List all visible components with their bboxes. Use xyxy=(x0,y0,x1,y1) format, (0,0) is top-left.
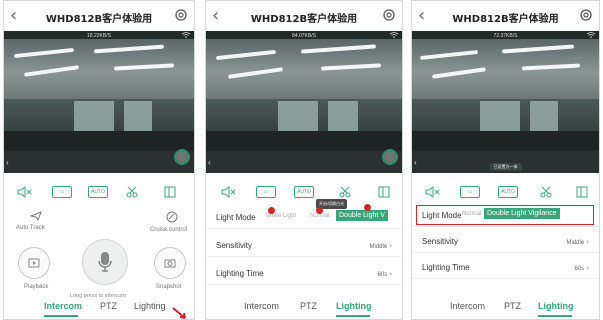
sensitivity-value: Middle › xyxy=(566,238,590,246)
page-title: WHD812B客户体验用 xyxy=(452,14,559,25)
tab-lighting[interactable]: Lighting xyxy=(538,301,574,311)
auto-quality-button[interactable]: AUTO xyxy=(498,184,518,200)
sensitivity-value: Middle › xyxy=(369,242,393,250)
light-mode-row: Light Mode White Light Normal Double Lig… xyxy=(206,204,402,229)
phone-screen-lighting-selected: ‹ WHD812B客户体验用 72.37KB/S ‹ 已设置为一体 ▭ AUTO… xyxy=(411,0,600,320)
active-tab-indicator xyxy=(538,315,572,317)
mute-icon[interactable] xyxy=(424,184,440,200)
chevron-right-icon: › xyxy=(586,238,589,246)
lighting-time-value: 60s › xyxy=(377,270,393,278)
microphone-icon xyxy=(98,252,112,272)
gear-icon[interactable] xyxy=(382,8,396,22)
snapshot-button[interactable] xyxy=(154,247,186,279)
lighting-time-label: Lighting Time xyxy=(422,263,470,272)
playback-icon xyxy=(28,258,40,268)
chevron-right-icon: › xyxy=(389,270,392,278)
control-toolbar: ▭ AUTO xyxy=(206,181,402,203)
wifi-icon xyxy=(587,32,595,38)
record-button[interactable]: ▭ xyxy=(52,184,72,200)
app-header: ‹ WHD812B客户体验用 xyxy=(412,1,599,31)
record-button[interactable]: ▭ xyxy=(256,184,276,200)
chevron-right-icon: › xyxy=(586,264,589,272)
fullscreen-button[interactable] xyxy=(382,149,398,165)
live-video[interactable]: 84.07KB/S ‹ xyxy=(206,31,402,173)
playback-label: Playback xyxy=(24,284,49,290)
cruise-icon[interactable] xyxy=(166,211,178,223)
light-mode-label: Light Mode xyxy=(216,213,256,222)
status-toast: 已设置为一体 xyxy=(489,163,522,171)
lighting-time-label: Lighting Time xyxy=(216,269,264,278)
bitrate-readout: 72.37KB/S xyxy=(493,33,518,39)
record-button[interactable]: ▭ xyxy=(460,184,480,200)
collapse-arrow-icon[interactable]: ‹ xyxy=(6,158,9,167)
bottom-tabs: Intercom PTZ Lighting xyxy=(206,297,402,319)
auto-track-label: Auto Track xyxy=(16,225,45,231)
tab-intercom[interactable]: Intercom xyxy=(44,301,82,311)
layout-icon[interactable] xyxy=(576,184,588,200)
collapse-arrow-icon[interactable]: ‹ xyxy=(414,158,417,167)
pointer-arrow-icon xyxy=(172,307,186,319)
page-title: WHD812B客户体验用 xyxy=(45,14,153,25)
active-tab-indicator xyxy=(44,315,78,317)
page-title: WHD812B客户体验用 xyxy=(250,14,358,25)
live-video[interactable]: 72.37KB/S ‹ 已设置为一体 xyxy=(412,31,599,173)
control-toolbar: ▭ AUTO xyxy=(412,181,599,203)
bitrate-readout: 84.07KB/S xyxy=(292,33,316,39)
collapse-arrow-icon[interactable]: ‹ xyxy=(208,158,211,167)
sensitivity-row[interactable]: Sensitivity Middle › xyxy=(412,231,599,253)
bottom-tabs: Intercom PTZ Lighting xyxy=(412,297,599,319)
tab-intercom[interactable]: Intercom xyxy=(450,301,485,311)
tab-ptz[interactable]: PTZ xyxy=(504,301,521,311)
mute-icon[interactable] xyxy=(220,184,236,200)
layout-icon[interactable] xyxy=(164,184,176,200)
mute-icon[interactable] xyxy=(16,184,32,200)
camera-icon xyxy=(164,259,176,268)
app-header: ‹ WHD812B客户体验用 xyxy=(4,1,194,31)
lighting-time-row[interactable]: Lighting Time 60s › xyxy=(412,257,599,279)
sensitivity-label: Sensitivity xyxy=(422,237,459,246)
gear-icon[interactable] xyxy=(174,8,188,22)
wifi-icon xyxy=(182,32,190,38)
playback-button[interactable] xyxy=(18,247,50,279)
step-marker-2 xyxy=(316,207,323,214)
control-toolbar: ▭ AUTO xyxy=(4,181,194,203)
wifi-icon xyxy=(390,32,398,38)
bitrate-readout: 18.22KB/S xyxy=(87,33,111,39)
cruise-control-label: Cruise control xyxy=(150,227,188,233)
snapshot-label: Snapshot xyxy=(156,284,182,290)
lighting-time-row[interactable]: Lighting Time 60s › xyxy=(206,263,402,285)
fullscreen-button[interactable] xyxy=(174,149,190,165)
tab-ptz[interactable]: PTZ xyxy=(300,301,317,311)
step-marker-1 xyxy=(268,207,275,214)
sensitivity-row[interactable]: Sensitivity Middle › xyxy=(206,235,402,257)
auto-track-icon[interactable] xyxy=(30,211,42,221)
phone-screen-lighting: ‹ WHD812B客户体验用 84.07KB/S ‹ ▭ AUTO 开启/切换白… xyxy=(205,0,403,320)
tab-intercom[interactable]: Intercom xyxy=(244,301,279,311)
scissors-icon[interactable] xyxy=(339,184,351,200)
phone-screen-intercom: ‹ WHD812B客户体验用 18.22KB/S ‹ ▭ AUTO Auto T… xyxy=(3,0,195,320)
sensitivity-label: Sensitivity xyxy=(216,241,253,250)
gear-icon[interactable] xyxy=(579,8,593,22)
lighting-time-value: 60s › xyxy=(574,264,590,272)
app-header: ‹ WHD812B客户体验用 xyxy=(206,1,402,31)
active-tab-indicator xyxy=(336,315,370,317)
option-double-light[interactable]: Double Light V xyxy=(336,210,388,221)
tab-lighting[interactable]: Lighting xyxy=(336,301,372,311)
scissors-icon[interactable] xyxy=(126,184,138,200)
auto-quality-button[interactable]: AUTO xyxy=(88,184,108,200)
intercom-mic-button[interactable] xyxy=(82,239,128,285)
tab-lighting[interactable]: Lighting xyxy=(134,301,166,311)
layout-icon[interactable] xyxy=(378,184,390,200)
chevron-right-icon: › xyxy=(389,242,392,250)
live-video[interactable]: 18.22KB/S ‹ xyxy=(4,31,194,173)
tab-ptz[interactable]: PTZ xyxy=(100,301,117,311)
scissors-icon[interactable] xyxy=(540,184,552,200)
bottom-tabs: Intercom PTZ Lighting xyxy=(4,297,194,319)
auto-quality-button[interactable]: AUTO xyxy=(294,184,314,200)
step-marker-3 xyxy=(364,204,371,211)
highlight-box xyxy=(416,205,594,225)
